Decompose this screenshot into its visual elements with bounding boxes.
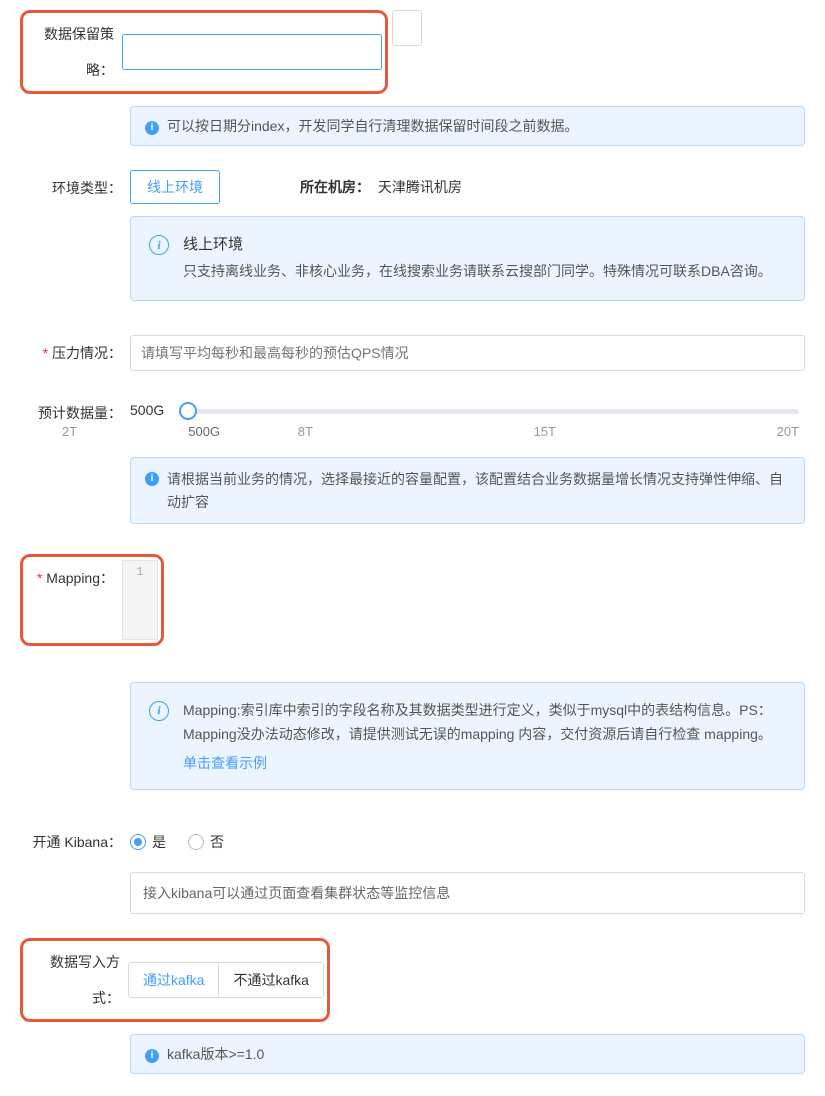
env-selected-tag[interactable]: 线上环境 — [130, 170, 220, 204]
write-mode-segmented[interactable]: 通过kafka 不通过kafka — [128, 962, 324, 998]
info-icon: i — [145, 1049, 159, 1063]
kibana-radio-no[interactable]: 否 — [188, 824, 224, 860]
datasize-info-text: 请根据当前业务的情况，选择最接近的容量配置，该配置结合业务数据量增长情况支持弹性… — [167, 468, 790, 513]
kibana-info-box: 接入kibana可以通过页面查看集群状态等监控信息 — [130, 872, 805, 914]
slider-tick: 2T — [62, 424, 77, 439]
info-icon: i — [149, 235, 169, 255]
mapping-callout-body: Mapping:索引库中索引的字段名称及其数据类型进行定义，类似于mysql中的… — [183, 699, 786, 747]
env-callout: i 线上环境 只支持离线业务、非核心业务，在线搜索业务请联系云搜部门同学。特殊情… — [130, 216, 805, 301]
write-mode-label: 数据写入方式： — [26, 944, 128, 1016]
retention-input[interactable] — [122, 34, 382, 70]
mapping-code-editor-gutter: 1 — [122, 560, 158, 640]
kibana-info-text: 接入kibana可以通过页面查看集群状态等监控信息 — [143, 885, 450, 901]
write-mode-not-via-kafka[interactable]: 不通过kafka — [218, 963, 322, 997]
qps-label: 压力情况： — [20, 335, 130, 371]
slider-tick: 8T — [298, 424, 313, 439]
retention-info-text: 可以按日期分index，开发同学自行清理数据保留时间段之前数据。 — [167, 115, 578, 137]
mapping-example-link[interactable]: 单击查看示例 — [183, 753, 267, 773]
env-callout-body: 只支持离线业务、非核心业务，在线搜索业务请联系云搜部门同学。特殊情况可联系DBA… — [183, 260, 772, 284]
env-location-label: 所在机房： — [300, 179, 370, 195]
slider-tick: 20T — [777, 424, 799, 439]
mapping-code-editor[interactable] — [164, 554, 805, 634]
mapping-label: Mapping： — [26, 560, 122, 640]
info-icon: i — [145, 472, 159, 486]
mapping-line-number: 1 — [123, 565, 157, 579]
env-callout-title: 线上环境 — [183, 233, 772, 254]
retention-suffix-button[interactable] — [392, 10, 422, 46]
datasize-slider[interactable]: 500G 2T 8T 15T 20T — [182, 409, 805, 439]
retention-info-banner: i 可以按日期分index，开发同学自行清理数据保留时间段之前数据。 — [130, 106, 805, 146]
datasize-value: 500G — [130, 395, 164, 419]
kibana-label: 开通 Kibana： — [20, 824, 130, 860]
env-location-value: 天津腾讯机房 — [378, 179, 462, 195]
qps-input[interactable] — [130, 335, 805, 371]
slider-handle[interactable] — [179, 402, 197, 420]
write-mode-info-text: kafka版本>=1.0 — [167, 1043, 264, 1065]
retention-label: 数据保留策略： — [26, 16, 122, 88]
write-mode-info-banner: i kafka版本>=1.0 — [130, 1034, 805, 1074]
datasize-info-banner: i 请根据当前业务的情况，选择最接近的容量配置，该配置结合业务数据量增长情况支持… — [130, 457, 805, 524]
slider-tick: 500G — [188, 424, 220, 439]
slider-tick: 15T — [534, 424, 556, 439]
mapping-callout: i Mapping:索引库中索引的字段名称及其数据类型进行定义，类似于mysql… — [130, 682, 805, 790]
info-icon: i — [145, 121, 159, 135]
kibana-radio-yes[interactable]: 是 — [130, 824, 166, 860]
env-label: 环境类型： — [20, 170, 130, 206]
write-mode-via-kafka[interactable]: 通过kafka — [129, 963, 218, 997]
info-icon: i — [149, 701, 169, 721]
